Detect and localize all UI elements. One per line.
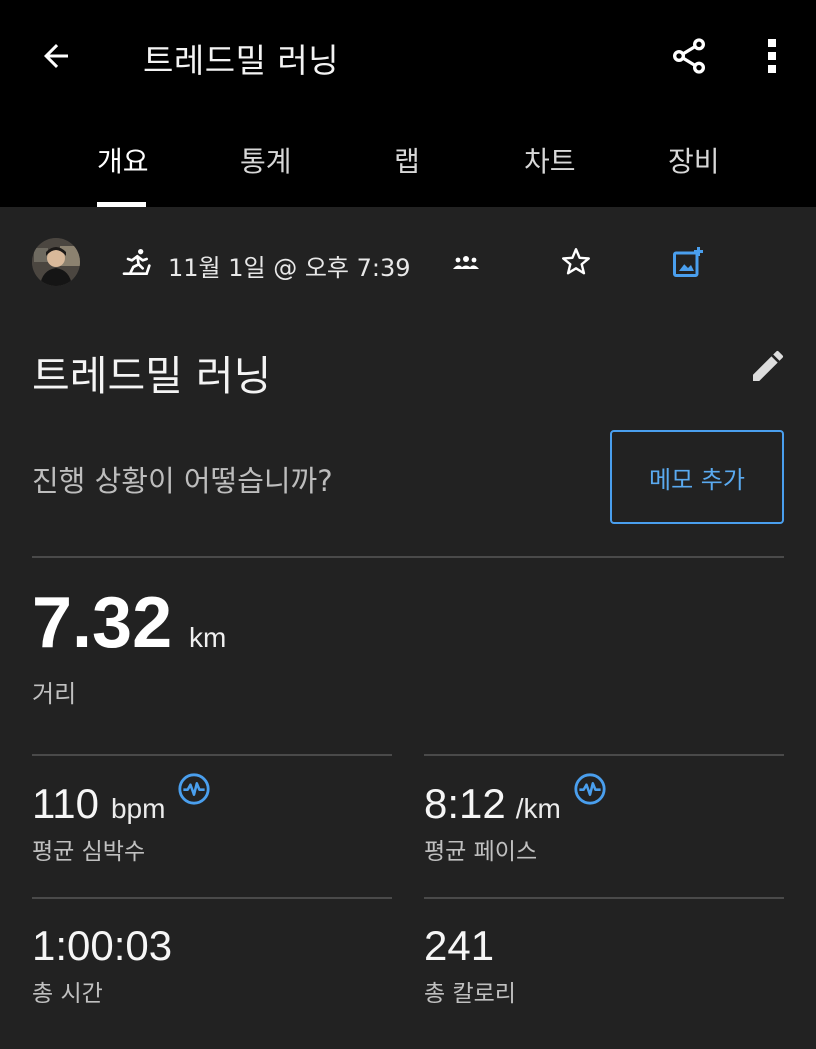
- heart-rate-value: 110: [32, 780, 99, 827]
- avatar[interactable]: [32, 238, 80, 286]
- divider: [32, 897, 392, 899]
- app-title: 트레드밀 러닝: [143, 41, 340, 80]
- distance-value: 7.32: [32, 583, 173, 663]
- calories-label: 총 칼로리: [424, 981, 516, 1007]
- divider: [424, 754, 784, 756]
- add-memo-button[interactable]: 메모 추가: [610, 430, 784, 524]
- pace-label: 평균 페이스: [424, 839, 538, 865]
- pace-badge-icon[interactable]: [573, 772, 607, 806]
- calories-value: 241: [424, 922, 495, 969]
- pace-value: 8:12: [424, 780, 506, 827]
- stat-avg-heart-rate: 110 bpm 평균 심박수: [32, 773, 392, 900]
- activity-meta-row: 11월 1일 @ 오후 7:39: [0, 232, 816, 292]
- tab-overview[interactable]: 개요: [97, 140, 149, 180]
- group-icon[interactable]: [450, 250, 482, 276]
- avatar-image: [32, 238, 80, 286]
- total-time-label: 총 시간: [32, 981, 103, 1007]
- divider: [32, 754, 392, 756]
- stat-total-calories: 241 총 칼로리: [424, 922, 784, 1042]
- total-time-value: 1:00:03: [32, 922, 173, 969]
- progress-prompt: 진행 상황이 어떻습니까?: [32, 464, 333, 498]
- divider: [424, 897, 784, 899]
- stat-avg-pace: 8:12 /km 평균 페이스: [424, 773, 784, 900]
- divider: [32, 556, 784, 558]
- heart-rate-unit: bpm: [110, 793, 166, 824]
- treadmill-run-icon: [122, 249, 151, 275]
- tab-gear[interactable]: 장비: [668, 140, 720, 180]
- app-bar: 트레드밀 러닝 개요 통계 랩 차트 장비: [0, 0, 816, 207]
- tab-stats[interactable]: 통계: [240, 140, 292, 180]
- active-tab-indicator: [97, 202, 146, 207]
- pace-unit: /km: [515, 793, 561, 824]
- tab-charts[interactable]: 차트: [524, 140, 576, 180]
- share-button[interactable]: [664, 32, 714, 80]
- star-outline-icon[interactable]: [558, 244, 594, 280]
- more-options-button[interactable]: [752, 32, 792, 80]
- distance-label: 거리: [32, 680, 77, 708]
- back-arrow-icon: [44, 44, 68, 68]
- tab-laps[interactable]: 랩: [394, 140, 420, 180]
- add-photo-icon[interactable]: [670, 244, 706, 280]
- back-button[interactable]: [28, 32, 84, 80]
- activity-title: 트레드밀 러닝: [32, 352, 272, 400]
- more-vert-icon: [768, 39, 776, 73]
- activity-datetime: 11월 1일 @ 오후 7:39: [168, 254, 411, 282]
- heart-rate-badge-icon[interactable]: [177, 772, 211, 806]
- stat-total-time: 1:00:03 총 시간: [32, 922, 392, 1042]
- edit-pencil-icon[interactable]: [748, 346, 788, 386]
- tab-bar: 개요 통계 랩 차트 장비: [0, 130, 816, 207]
- share-icon: [673, 38, 705, 74]
- heart-rate-label: 평균 심박수: [32, 839, 146, 865]
- distance-unit: km: [189, 622, 227, 653]
